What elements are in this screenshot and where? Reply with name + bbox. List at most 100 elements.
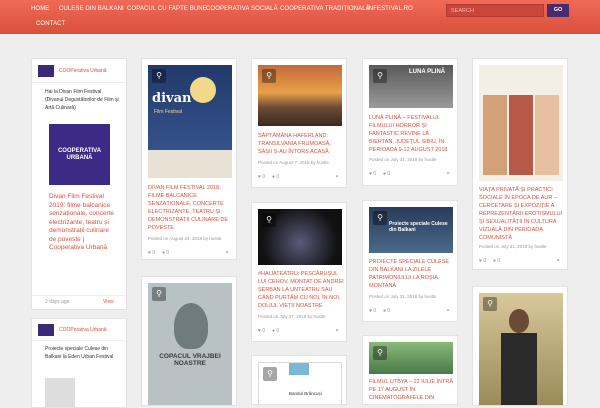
nav-copacul-cu-fapte-bune[interactable]: COPACUL CU FAPTE BUNE <box>127 6 207 12</box>
zoom-icon[interactable]: ⚲ <box>373 211 387 225</box>
post-image[interactable]: ⚲ <box>479 293 563 405</box>
link-icon[interactable]: ⚭ <box>446 171 450 177</box>
comments-count: 0 <box>166 250 170 256</box>
collage-photo <box>483 95 507 175</box>
comments-count: 0 <box>387 171 391 177</box>
likes-icon[interactable]: ♥ 0 <box>258 174 265 180</box>
nav-infestival[interactable]: INFESTIVAL.RO <box>367 6 413 12</box>
post-image[interactable]: ⚲ <box>258 209 342 265</box>
comments-icon[interactable]: ● 0 <box>162 250 169 256</box>
likes-icon[interactable]: ♥ 0 <box>369 171 376 177</box>
author-avatar <box>38 324 54 336</box>
zoom-icon[interactable]: ⚲ <box>152 287 166 301</box>
comments-icon[interactable]: ● 0 <box>272 328 279 334</box>
link-icon[interactable]: ⚭ <box>335 174 339 180</box>
comments-icon[interactable]: ● 0 <box>493 258 500 264</box>
likes-count: 0 <box>483 258 487 264</box>
zoom-icon[interactable]: ⚲ <box>152 69 166 83</box>
post-meta: Posted on July 31, 2018 by hustle <box>369 294 437 299</box>
poster-title: COPACUL VRAJBEI NOASTRE <box>159 353 221 367</box>
comments-icon[interactable]: ● 0 <box>383 171 390 177</box>
widget-view-link[interactable]: View <box>103 299 114 305</box>
image-text: Proiecte speciale Culese din Balkani <box>389 221 448 233</box>
post-image[interactable]: LUNA PLINĂ ⚲ <box>369 65 453 108</box>
author-avatar <box>38 65 54 77</box>
post-meta: Posted on July 31, 2018 by hustle <box>369 157 437 162</box>
post-card: VIAȚA PRIVATĂ ȘI PRACTICI SOCIALE ÎN EPO… <box>472 58 568 270</box>
collage-photo <box>509 95 533 175</box>
comments-count: 0 <box>276 328 280 334</box>
likes-count: 0 <box>373 308 377 314</box>
divider <box>32 340 126 341</box>
poster-graphic <box>289 363 309 375</box>
comments-count: 0 <box>276 174 280 180</box>
nav-home[interactable]: HOME <box>31 6 49 12</box>
post-image[interactable]: Proiecte speciale Culese din Balkani ⚲ <box>369 207 453 253</box>
zoom-icon[interactable]: ⚲ <box>263 367 277 381</box>
nav-contact[interactable]: CONTACT <box>36 21 65 27</box>
post-title[interactable]: VIAȚA PRIVATĂ ȘI PRACTICI SOCIALE ÎN EPO… <box>479 186 565 242</box>
author-name[interactable]: COOPerativa Urbană <box>59 68 107 74</box>
zoom-icon[interactable]: ⚲ <box>483 297 497 311</box>
post-meta: Posted on August 7, 2018 by hustle <box>258 160 329 165</box>
post-image[interactable]: divan Film Festival ⚲ <box>148 65 232 178</box>
post-thumbnail[interactable] <box>45 378 75 407</box>
widget-time: 2 days ago <box>45 299 70 305</box>
likes-count: 0 <box>152 250 156 256</box>
likes-icon[interactable]: ♥ 0 <box>369 308 376 314</box>
zoom-icon[interactable]: ⚲ <box>373 69 387 83</box>
post-title[interactable]: FILMUL UTBYA – 22 IULIE ÎNTRĂ PE 17 AUGU… <box>369 378 455 402</box>
post-card: ⚲ #HAIJATEATRU: PESCĂRUȘUL LUI CEHOV, MO… <box>251 202 347 342</box>
post-title[interactable]: PROIECTE SPECIALE CULESE DIN BALKANI LA … <box>369 258 455 290</box>
nav-culese-din-balkani[interactable]: CULESE DIN BALKANI <box>59 6 124 12</box>
cooperativa-logo-image[interactable]: COOPERATIVA URBANĂ <box>49 124 110 185</box>
collage-photo <box>535 95 559 175</box>
moon-shape <box>190 77 216 103</box>
nav-cooperativa-traditionala[interactable]: COOPERATIVA TRADIȚIONALĂ <box>280 6 370 12</box>
poster-sponsors <box>148 150 232 178</box>
post-card: ⚲ SĂPTĂMÂNA HAFERLAND: TRANSILVANIA FRUM… <box>251 58 347 188</box>
zoom-icon[interactable]: ⚲ <box>262 213 276 227</box>
comments-count: 0 <box>497 258 501 264</box>
search-input[interactable]: SEARCH <box>446 4 544 17</box>
likes-icon[interactable]: ♥ 0 <box>258 328 265 334</box>
zoom-icon[interactable]: ⚲ <box>262 69 276 83</box>
post-image[interactable]: Bandul Brâncuși ⚲ <box>258 362 342 404</box>
top-navigation: HOME CULESE DIN BALKANI COPACUL CU FAPTE… <box>0 0 600 34</box>
post-title[interactable]: DIVAN FILM FESTIVAL 2018: FILME BALCANIC… <box>148 184 234 232</box>
comments-icon[interactable]: ● 0 <box>272 174 279 180</box>
link-icon[interactable]: ⚭ <box>225 250 229 256</box>
link-icon[interactable]: ⚭ <box>335 328 339 334</box>
post-card: ⚲ <box>472 286 568 406</box>
post-image[interactable]: ⚲ <box>369 342 453 374</box>
portrait-body <box>501 333 537 405</box>
image-text: LUNA PLINĂ <box>409 69 446 75</box>
post-title[interactable]: LUNĂ PLINĂ – FESTIVALUL FILMULUI HORROR … <box>369 114 455 154</box>
post-card: divan Film Festival ⚲ DIVAN FILM FESTIVA… <box>141 58 237 260</box>
comments-icon[interactable]: ● 0 <box>383 308 390 314</box>
widget-link-text[interactable]: Divan Film Festival 2019: filme balcanic… <box>49 193 117 253</box>
nav-cooperativa-sociala[interactable]: COOPERATIVA SOCIALĂ <box>206 6 278 12</box>
post-card: COPACUL VRAJBEI NOASTRE ⚲ <box>141 276 237 406</box>
divider <box>32 82 126 83</box>
portrait-head <box>509 309 529 333</box>
search-go-button[interactable]: GO <box>547 4 569 17</box>
poster-title: divan <box>152 91 192 106</box>
divider <box>32 295 126 296</box>
link-icon[interactable]: ⚭ <box>446 308 450 314</box>
post-card: ⚲ FILMUL UTBYA – 22 IULIE ÎNTRĂ PE 17 AU… <box>362 335 458 405</box>
likes-count: 0 <box>373 171 377 177</box>
post-image[interactable]: COPACUL VRAJBEI NOASTRE ⚲ <box>148 283 232 405</box>
post-image[interactable] <box>479 65 563 181</box>
post-card: Bandul Brâncuși ⚲ <box>251 355 347 405</box>
post-title[interactable]: SĂPTĂMÂNA HAFERLAND: TRANSILVANIA FRUMOA… <box>258 132 344 156</box>
link-icon[interactable]: ⚭ <box>556 258 560 264</box>
facebook-widget-card: COOPerativa Urbană Hai la Divan Film Fes… <box>31 58 127 310</box>
zoom-icon[interactable]: ⚲ <box>373 346 387 360</box>
post-title[interactable]: #HAIJATEATRU: PESCĂRUȘUL LUI CEHOV, MONT… <box>258 270 344 310</box>
author-name[interactable]: COOPerativa Urbană <box>59 327 107 333</box>
likes-icon[interactable]: ♥ 0 <box>148 250 155 256</box>
post-card: LUNA PLINĂ ⚲ LUNĂ PLINĂ – FESTIVALUL FIL… <box>362 58 458 186</box>
likes-icon[interactable]: ♥ 0 <box>479 258 486 264</box>
post-image[interactable]: ⚲ <box>258 65 342 126</box>
